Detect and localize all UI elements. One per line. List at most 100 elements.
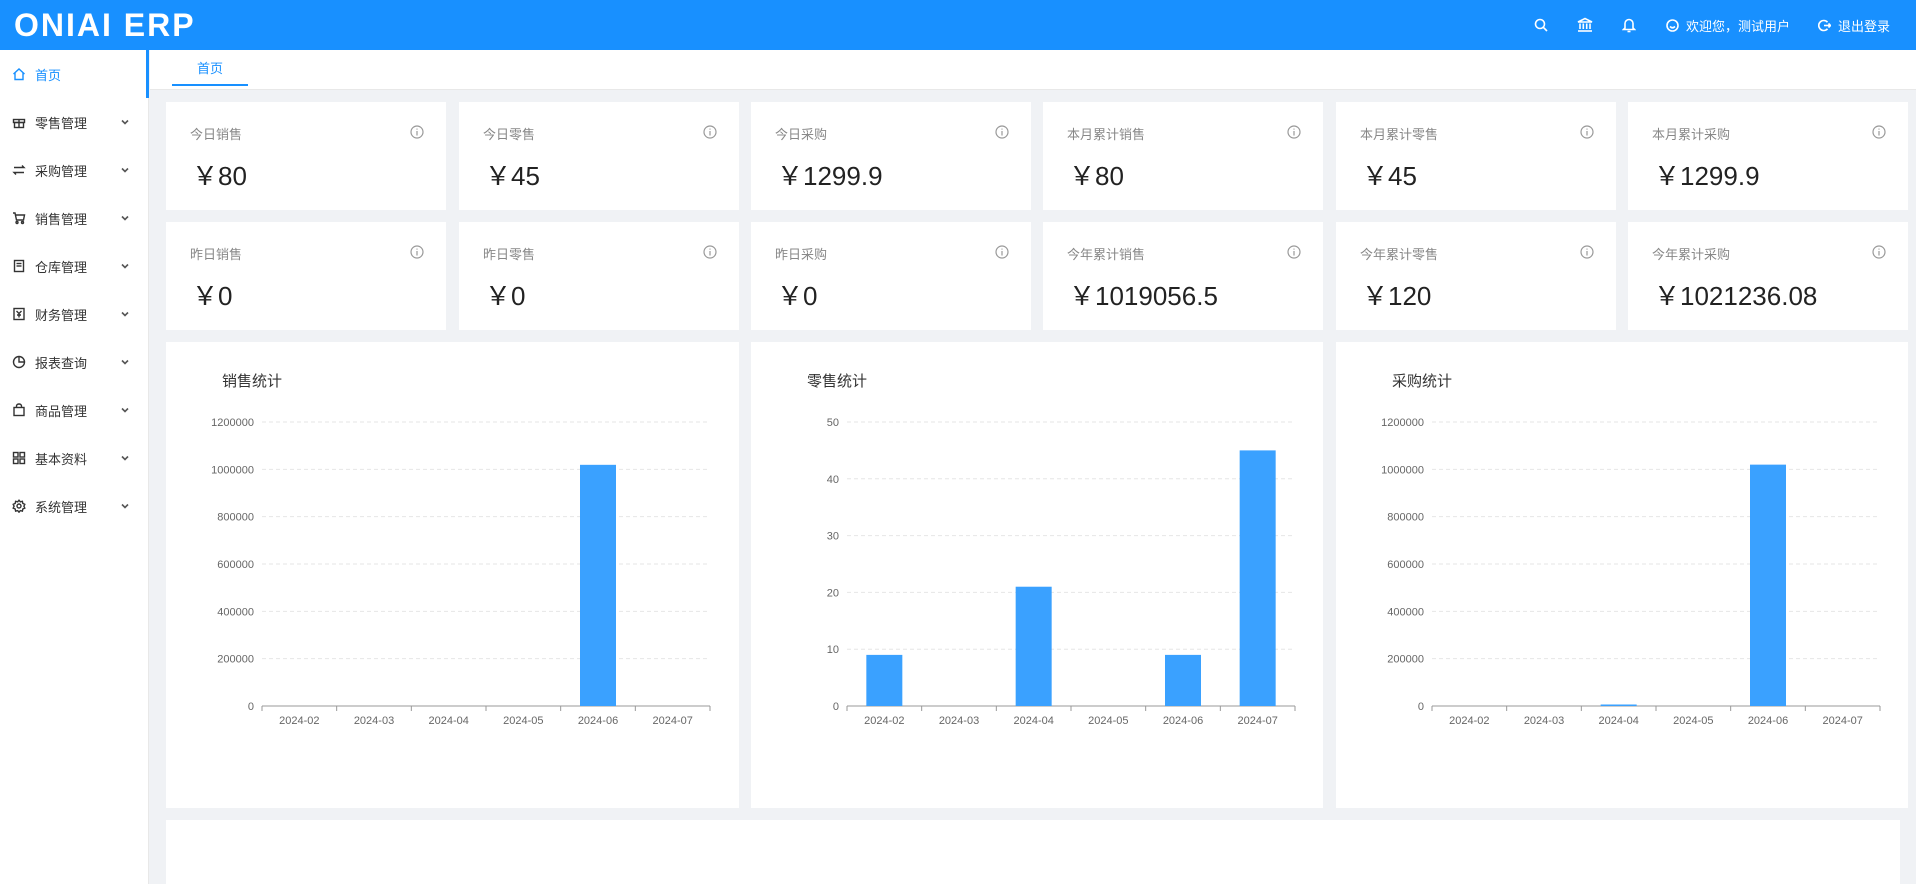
swap-icon: [12, 163, 26, 177]
sidebar-item-purchase[interactable]: 采购管理: [0, 146, 148, 194]
x-tick-label: 2024-04: [1013, 715, 1053, 727]
gear-icon: [12, 499, 26, 513]
stat-value: ￥1299.9: [1654, 161, 1760, 191]
stat-card-today-sales: 今日销售 ￥80: [166, 102, 446, 210]
app-logo[interactable]: ONIAI ERP: [14, 7, 196, 44]
search-icon[interactable]: [1532, 16, 1550, 34]
stat-card-year-sales: 今年累计销售 ￥1019056.5: [1043, 222, 1323, 330]
y-tick-label: 20: [827, 587, 839, 599]
x-tick-label: 2024-05: [1673, 715, 1713, 727]
stat-label: 昨日采购: [775, 248, 828, 263]
sidebar-item-label: 首页: [35, 68, 62, 84]
bank-icon[interactable]: [1576, 16, 1594, 34]
y-tick-label: 30: [827, 531, 839, 543]
sidebar-item-warehouse[interactable]: 仓库管理: [0, 242, 148, 290]
stat-card-month-sales: 本月累计销售 ￥80: [1043, 102, 1323, 210]
info-icon[interactable]: [1872, 124, 1886, 139]
logout-icon: [1816, 16, 1834, 34]
y-tick-label: 1200000: [211, 417, 254, 429]
x-tick-label: 2024-07: [1237, 715, 1277, 727]
sidebar-item-retail[interactable]: 零售管理: [0, 98, 148, 146]
stat-label: 今年累计采购: [1652, 248, 1731, 263]
x-tick-label: 2024-07: [652, 715, 692, 727]
stat-label: 今年累计销售: [1067, 248, 1146, 263]
stat-card-month-retail: 本月累计零售 ￥45: [1336, 102, 1616, 210]
stat-card-yesterday-sales: 昨日销售 ￥0: [166, 222, 446, 330]
sales-chart-card: 销售统计 0 200000 400000 600000 800000 1000000 120…: [166, 342, 739, 808]
home-icon: [12, 67, 26, 81]
chevron-down-icon: [120, 356, 130, 366]
sidebar-item-finance[interactable]: 财务管理: [0, 290, 148, 338]
info-icon[interactable]: [1580, 124, 1594, 139]
purchase-chart: 0 200000 400000 600000 800000 1000000 1200000 2…: [1381, 417, 1881, 727]
chevron-down-icon: [120, 212, 130, 222]
sidebar-item-label: 基本资料: [35, 452, 88, 468]
y-tick-label: 800000: [1387, 512, 1424, 524]
chevron-down-icon: [120, 164, 130, 174]
y-tick-label: 0: [248, 701, 254, 713]
info-icon[interactable]: [703, 244, 717, 259]
stat-label: 昨日零售: [483, 248, 536, 263]
info-icon[interactable]: [410, 124, 424, 139]
y-tick-label: 400000: [217, 606, 254, 618]
info-icon[interactable]: [703, 124, 717, 139]
stat-value: ￥0: [777, 281, 818, 311]
logout-label: 退出登录: [1837, 19, 1890, 35]
stat-value: ￥1019056.5: [1069, 281, 1218, 311]
stat-value: ￥1299.9: [777, 161, 883, 191]
bar: [1015, 586, 1052, 706]
bar: [866, 654, 903, 706]
sidebar-item-home[interactable]: 首页: [0, 50, 149, 98]
bottom-panel: [166, 820, 1900, 884]
sidebar-item-reports[interactable]: 报表查询: [0, 338, 148, 386]
sidebar-item-label: 报表查询: [35, 356, 88, 372]
y-tick-label: 1000000: [211, 464, 254, 476]
info-icon[interactable]: [410, 244, 424, 259]
info-icon[interactable]: [1872, 244, 1886, 259]
sidebar-menu: 首页 零售管理 采购管理 销售管理 仓库管理 财务管理 报表查询 商品管理 基本…: [0, 50, 149, 884]
x-tick-label: 2024-06: [1748, 715, 1788, 727]
sidebar-item-label: 采购管理: [35, 164, 88, 180]
chevron-down-icon: [120, 500, 130, 510]
y-tick-label: 200000: [217, 654, 254, 666]
chevron-down-icon: [120, 308, 130, 318]
sales-chart: 0 200000 400000 600000 800000 1000000 1200000 2…: [211, 417, 711, 727]
info-icon[interactable]: [1580, 244, 1594, 259]
stat-label: 本月累计采购: [1652, 128, 1731, 143]
book-icon: [12, 259, 26, 273]
stat-label: 今日销售: [190, 128, 243, 143]
stat-label: 今日零售: [483, 128, 536, 143]
stat-card-month-purchase: 本月累计采购 ￥1299.9: [1628, 102, 1908, 210]
sidebar-item-system[interactable]: 系统管理: [0, 482, 148, 530]
chevron-down-icon: [120, 116, 130, 126]
x-tick-label: 2024-06: [578, 715, 618, 727]
x-tick-label: 2024-03: [354, 715, 394, 727]
stat-card-today-retail: 今日零售 ￥45: [459, 102, 739, 210]
user-menu[interactable]: 欢迎您，测试用户: [1664, 16, 1790, 35]
stat-label: 本月累计销售: [1067, 128, 1146, 143]
bell-icon[interactable]: [1620, 16, 1638, 34]
stat-label: 昨日销售: [190, 248, 243, 263]
logout-button[interactable]: 退出登录: [1816, 16, 1890, 35]
stat-value: ￥45: [485, 161, 540, 191]
bag-icon: [12, 403, 26, 417]
sidebar-item-label: 零售管理: [35, 116, 88, 132]
bar: [1239, 450, 1276, 706]
stat-label: 今日采购: [775, 128, 828, 143]
header-actions: 欢迎您，测试用户 退出登录: [1532, 0, 1890, 50]
info-icon[interactable]: [1287, 244, 1301, 259]
sidebar-item-products[interactable]: 商品管理: [0, 386, 148, 434]
y-tick-label: 50: [827, 417, 839, 429]
y-tick-label: 200000: [1387, 654, 1424, 666]
stat-label: 本月累计零售: [1360, 128, 1439, 143]
bar: [1750, 464, 1786, 706]
sidebar-item-sales[interactable]: 销售管理: [0, 194, 148, 242]
y-tick-label: 600000: [217, 559, 254, 571]
tab-home[interactable]: 首页: [172, 50, 248, 86]
sidebar-item-basic-data[interactable]: 基本资料: [0, 434, 148, 482]
x-tick-label: 2024-05: [1088, 715, 1128, 727]
info-icon[interactable]: [995, 124, 1009, 139]
cart-icon: [12, 211, 26, 225]
info-icon[interactable]: [1287, 124, 1301, 139]
info-icon[interactable]: [995, 244, 1009, 259]
